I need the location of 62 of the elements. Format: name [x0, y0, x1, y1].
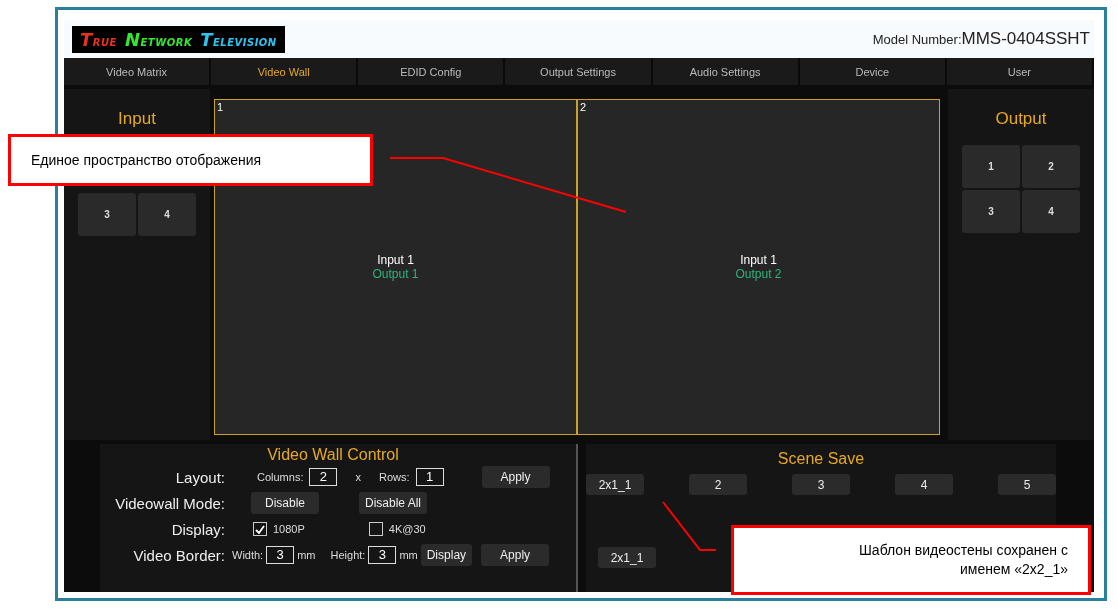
input-button[interactable]: 3 [78, 193, 136, 236]
apply-button[interactable]: Apply [481, 544, 550, 566]
output-title: Output [995, 109, 1047, 130]
display-button[interactable]: Display [420, 544, 473, 566]
output-button[interactable]: 4 [1022, 190, 1080, 233]
logo-word: TELEVISION [200, 28, 277, 50]
width-field[interactable]: 3 [266, 546, 295, 564]
model-number: Model Number:MMS-0404SSHT [872, 29, 1090, 49]
scene-button[interactable]: 3 [792, 474, 850, 495]
height-label: Height: [330, 549, 366, 561]
nav-tab[interactable]: User [946, 58, 1094, 85]
control-title: Video Wall Control [266, 446, 400, 464]
input-label: Input 1 [740, 253, 777, 267]
display-option-label: 1080P [273, 523, 305, 535]
scene-button[interactable]: 2x1_1 [586, 474, 644, 495]
display-checkbox[interactable] [368, 522, 383, 536]
scene-button[interactable]: 2 [689, 474, 747, 495]
nav-tab[interactable]: Device [799, 58, 947, 85]
output-button[interactable]: 2 [1022, 145, 1080, 188]
border-label: Video Border: [132, 546, 225, 564]
mode-button[interactable]: Disable All [359, 492, 428, 514]
rows-field[interactable]: 1 [415, 468, 444, 486]
display-option-label: 4K@30 [388, 523, 426, 535]
output-button[interactable]: 1 [962, 145, 1020, 188]
display-label: Display: [170, 520, 225, 538]
input-button[interactable]: 4 [138, 193, 196, 236]
scene-title: Scene Save [777, 450, 865, 468]
times-sign: x [355, 471, 361, 483]
height-field[interactable]: 3 [368, 546, 397, 564]
callout: Единое пространство отображения [8, 134, 373, 186]
output-label: Output 2 [735, 267, 782, 281]
logo-word: NETWORK [124, 28, 193, 50]
output-label: Output 1 [372, 267, 419, 281]
callout: Шаблон видеостены сохранен с именем «2x2_1» [731, 525, 1091, 595]
nav-tab[interactable]: Video Wall [211, 58, 359, 85]
leader-line [662, 501, 717, 551]
logo-word: TRUE [80, 28, 117, 50]
screen-number: 1 [217, 101, 224, 113]
unit-label: mm [297, 549, 316, 561]
scene-button[interactable]: 4 [895, 474, 953, 495]
rows-label: Rows: [378, 471, 410, 483]
input-title: Input [118, 109, 156, 130]
columns-label: Columns: [257, 471, 304, 483]
columns-field[interactable]: 2 [309, 468, 338, 486]
check-icon [255, 524, 265, 534]
input-label: Input 1 [377, 253, 414, 267]
scene-button[interactable]: 2x1_1 [598, 547, 656, 568]
nav-tab[interactable]: Video Matrix [64, 58, 212, 85]
screen-number: 2 [580, 101, 587, 113]
nav-tab[interactable]: Output Settings [505, 58, 653, 85]
output-button[interactable]: 3 [962, 190, 1020, 233]
scene-button[interactable]: 5 [998, 474, 1056, 495]
unit-label: mm [399, 549, 418, 561]
wall-screen[interactable]: 2 Input 1 Output 2 [577, 99, 940, 435]
width-label: Width: [232, 549, 264, 561]
apply-button[interactable]: Apply [481, 466, 550, 488]
layout-label: Layout: [174, 468, 225, 486]
nav-tab[interactable]: Audio Settings [652, 58, 800, 85]
mode-label: Videowall Mode: [114, 494, 225, 512]
mode-button[interactable]: Disable [251, 492, 319, 514]
nav-tab[interactable]: EDID Config [358, 58, 506, 85]
display-checkbox[interactable] [253, 522, 267, 536]
